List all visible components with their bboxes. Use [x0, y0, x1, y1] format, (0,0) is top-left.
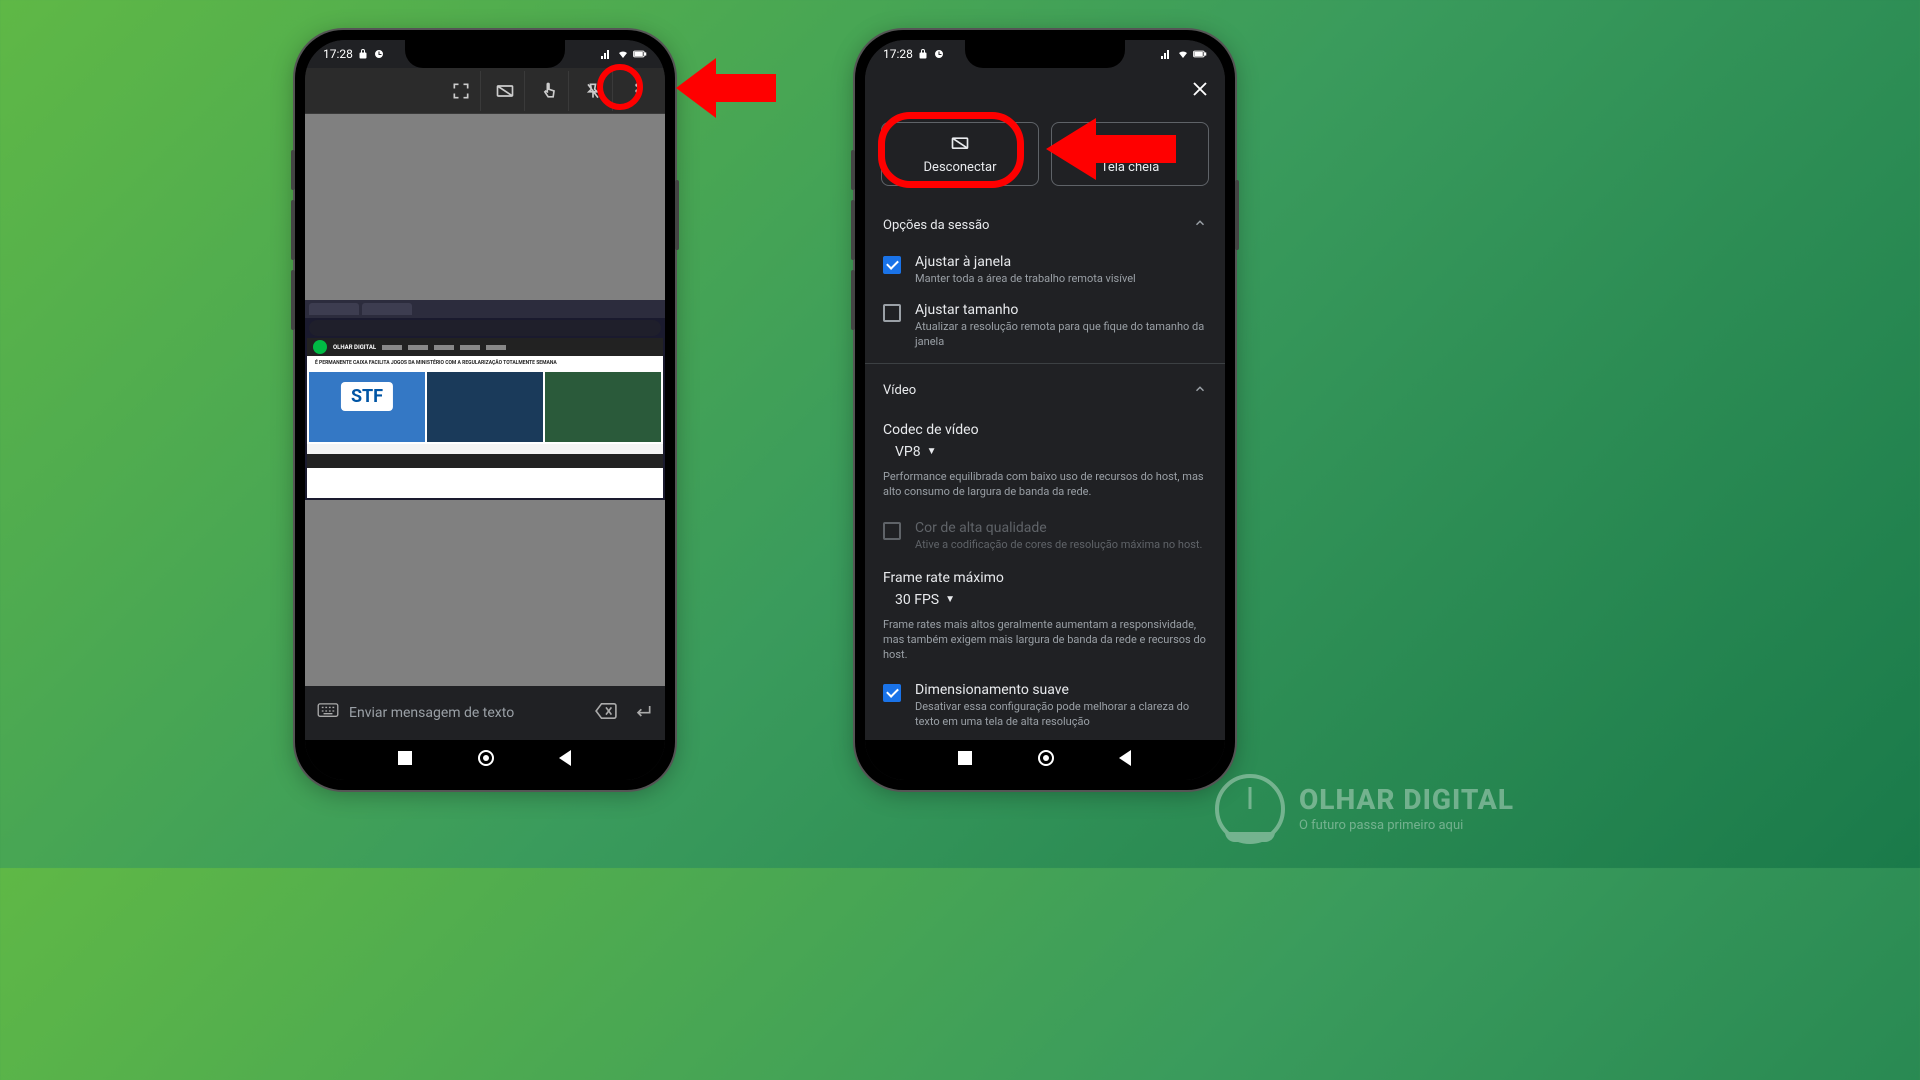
watermark-title: OLHAR DIGITAL: [1299, 786, 1514, 814]
option-high-color: Cor de alta qualidade Ative a codificaçã…: [865, 512, 1225, 560]
section-session-header[interactable]: Opções da sessão: [865, 204, 1225, 246]
chevron-up-icon: [1193, 216, 1207, 234]
message-input[interactable]: Enviar mensagem de texto: [349, 705, 585, 721]
volume-up-button: [851, 200, 855, 260]
android-nav-bar: [865, 740, 1225, 780]
power-button: [675, 180, 679, 250]
volume-down-button: [291, 270, 295, 330]
wifi-icon: [616, 48, 630, 60]
section-video-header[interactable]: Vídeo: [865, 370, 1225, 412]
disconnect-icon: [950, 134, 970, 154]
close-icon: [1191, 80, 1209, 98]
caret-down-icon: ▼: [927, 446, 937, 457]
power-button: [1235, 180, 1239, 250]
chevron-up-icon: [1193, 382, 1207, 400]
fullscreen-button[interactable]: Tela cheia: [1051, 122, 1209, 186]
codec-value: VP8: [895, 444, 921, 460]
framerate-value: 30 FPS: [895, 592, 939, 608]
remote-desktop-content: OLHAR DIGITAL É PERMANENTE CAIXA FACILIT…: [305, 300, 665, 500]
side-button: [291, 150, 295, 190]
nav-home-button[interactable]: [477, 749, 495, 771]
phone-notch: [965, 40, 1125, 68]
signal-icon: [599, 48, 613, 60]
lock-icon: [357, 48, 369, 60]
pin-button[interactable]: [573, 71, 613, 111]
disconnect-label: Desconectar: [924, 160, 997, 175]
keyboard-toggle-button[interactable]: [485, 71, 525, 111]
keyboard-icon[interactable]: [317, 703, 339, 723]
battery-icon: [633, 48, 647, 60]
option-title: Ajustar à janela: [915, 254, 1136, 270]
enter-icon[interactable]: [633, 702, 653, 724]
option-fit-window[interactable]: Ajustar à janela Manter toda a área de t…: [865, 246, 1225, 294]
touch-mode-button[interactable]: [529, 71, 569, 111]
news-card: [427, 372, 543, 442]
more-menu-button[interactable]: [617, 71, 657, 111]
phone-mockup-left: 17:28: [295, 30, 675, 790]
section-title: Vídeo: [883, 383, 916, 398]
annotation-arrow: [676, 52, 776, 124]
alarm-icon: [373, 48, 385, 60]
disconnect-button[interactable]: Desconectar: [881, 122, 1039, 186]
framerate-dropdown[interactable]: 30 FPS ▼: [865, 588, 1225, 614]
option-fit-size[interactable]: Ajustar tamanho Atualizar a resolução re…: [865, 294, 1225, 357]
caret-down-icon: ▼: [945, 594, 955, 605]
settings-panel: Desconectar Tela cheia Opções da sessão …: [865, 68, 1225, 740]
site-logo-text: OLHAR DIGITAL: [333, 344, 376, 351]
news-card: STF: [309, 372, 425, 442]
checkbox[interactable]: [883, 684, 901, 702]
nav-back-button[interactable]: [1119, 750, 1133, 770]
volume-up-button: [291, 200, 295, 260]
remote-desktop-view[interactable]: OLHAR DIGITAL É PERMANENTE CAIXA FACILIT…: [305, 114, 665, 686]
phone-notch: [405, 40, 565, 68]
fullscreen-label: Tela cheia: [1101, 160, 1160, 175]
wifi-icon: [1176, 48, 1190, 60]
framerate-help: Frame rates mais altos geralmente aument…: [865, 614, 1225, 675]
more-vertical-icon: [627, 81, 647, 101]
nav-home-button[interactable]: [1037, 749, 1055, 771]
android-nav-bar: [305, 740, 665, 780]
option-subtitle: Ative a codificação de cores de resoluçã…: [915, 538, 1202, 552]
volume-down-button: [851, 270, 855, 330]
fullscreen-button[interactable]: [441, 71, 481, 111]
watermark-logo-icon: [1215, 774, 1285, 844]
option-subtitle: Desativar essa configuração pode melhora…: [915, 700, 1207, 729]
nav-recent-button[interactable]: [957, 750, 973, 770]
option-subtitle: Manter toda a área de trabalho remota vi…: [915, 272, 1136, 286]
checkbox: [883, 522, 901, 540]
close-button[interactable]: [1191, 79, 1209, 103]
checkbox[interactable]: [883, 256, 901, 274]
fullscreen-icon: [1120, 134, 1140, 154]
option-title: Dimensionamento suave: [915, 682, 1207, 698]
stf-badge: STF: [341, 382, 393, 411]
lock-icon: [917, 48, 929, 60]
phone-mockup-right: 17:28 Desconectar: [855, 30, 1235, 790]
option-subtitle: Atualizar a resolução remota para que fi…: [915, 320, 1207, 349]
side-button: [851, 150, 855, 190]
option-title: Cor de alta qualidade: [915, 520, 1202, 536]
codec-label: Codec de vídeo: [865, 412, 1225, 440]
text-input-bar: Enviar mensagem de texto: [305, 686, 665, 740]
codec-dropdown[interactable]: VP8 ▼: [865, 440, 1225, 466]
status-time: 17:28: [323, 47, 353, 61]
watermark-tagline: O futuro passa primeiro aqui: [1299, 818, 1514, 833]
codec-help: Performance equilibrada com baixo uso de…: [865, 466, 1225, 512]
signal-icon: [1159, 48, 1173, 60]
status-time: 17:28: [883, 47, 913, 61]
nav-back-button[interactable]: [559, 750, 573, 770]
section-title: Opções da sessão: [883, 218, 989, 233]
checkbox[interactable]: [883, 304, 901, 322]
backspace-icon[interactable]: [595, 702, 617, 724]
option-title: Ajustar tamanho: [915, 302, 1207, 318]
framerate-label: Frame rate máximo: [865, 560, 1225, 588]
alarm-icon: [933, 48, 945, 60]
nav-recent-button[interactable]: [397, 750, 413, 770]
remote-toolbar: [305, 68, 665, 114]
news-card: [545, 372, 661, 442]
option-smooth-scaling[interactable]: Dimensionamento suave Desativar essa con…: [865, 674, 1225, 737]
headline-text: É PERMANENTE CAIXA FACILITA JOGOS DA MIN…: [315, 360, 655, 366]
watermark: OLHAR DIGITAL O futuro passa primeiro aq…: [1215, 774, 1514, 844]
battery-icon: [1193, 48, 1207, 60]
